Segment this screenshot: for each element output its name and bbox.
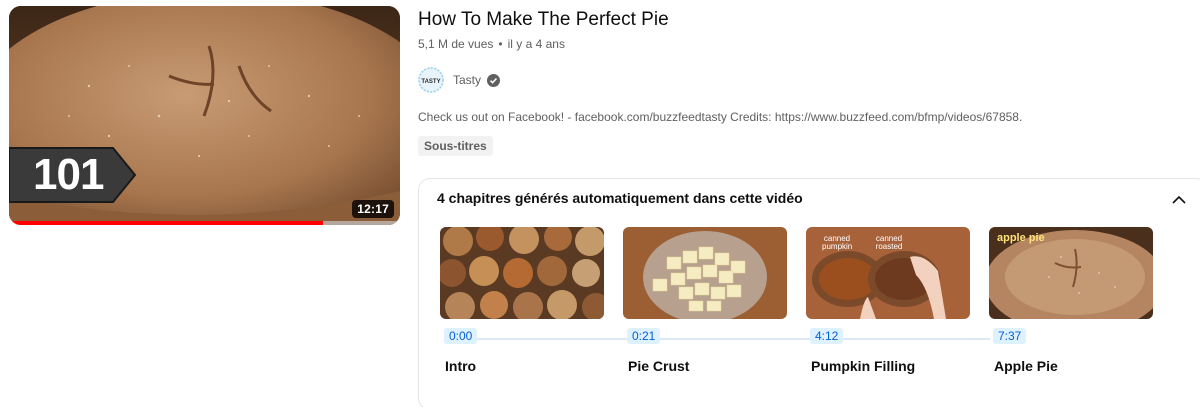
watch-progress-fill bbox=[9, 221, 324, 225]
chevron-up-icon[interactable] bbox=[1167, 188, 1191, 212]
chapter-overlay-label: apple pie bbox=[997, 232, 1045, 244]
chapter-thumbnail[interactable]: canned pumpkin canned roasted bbox=[806, 227, 970, 319]
chapter-title[interactable]: Pumpkin Filling bbox=[811, 358, 915, 374]
chapter-item-pie-crust[interactable] bbox=[623, 227, 787, 319]
chapter-item-apple-pie[interactable]: apple pie bbox=[989, 227, 1153, 319]
video-title[interactable]: How To Make The Perfect Pie bbox=[418, 9, 669, 31]
chapter-item-pumpkin-filling[interactable]: canned pumpkin canned roasted bbox=[806, 227, 970, 319]
channel-avatar[interactable]: TASTY bbox=[418, 67, 444, 93]
subtitles-chip: Sous-titres bbox=[418, 136, 493, 156]
chapters-timeline bbox=[455, 338, 990, 340]
duration-badge: 12:17 bbox=[352, 200, 394, 218]
chapter-overlay-label: canned roasted bbox=[875, 234, 903, 251]
video-description: Check us out on Facebook! - facebook.com… bbox=[418, 110, 1023, 124]
watch-progress-track bbox=[9, 221, 400, 225]
chapter-title[interactable]: Apple Pie bbox=[994, 358, 1058, 374]
chapter-time[interactable]: 4:12 bbox=[810, 328, 844, 344]
verified-check-icon bbox=[487, 73, 501, 87]
chapter-overlay-label: canned pumpkin bbox=[822, 234, 853, 251]
upload-age: il y a 4 ans bbox=[507, 37, 565, 51]
channel-avatar-text: TASTY bbox=[421, 79, 441, 85]
chapter-item-intro[interactable] bbox=[440, 227, 604, 319]
meta-separator: • bbox=[498, 37, 503, 51]
chapter-title[interactable]: Intro bbox=[445, 358, 476, 374]
chapter-time[interactable]: 7:37 bbox=[993, 328, 1027, 344]
chapters-header: 4 chapitres générés automatiquement dans… bbox=[437, 190, 803, 206]
chapters-panel: 4 chapitres générés automatiquement dans… bbox=[418, 178, 1200, 407]
video-meta: 5,1 M de vues • il y a 4 ans bbox=[418, 37, 565, 51]
chapter-time[interactable]: 0:00 bbox=[444, 328, 478, 344]
badge-101-text: 101 bbox=[33, 150, 104, 199]
chapter-thumbnail[interactable] bbox=[623, 227, 787, 319]
video-thumbnail[interactable]: 101 12:17 bbox=[9, 6, 400, 225]
channel-row[interactable]: TASTY Tasty bbox=[418, 67, 501, 93]
chapter-thumbnail[interactable] bbox=[440, 227, 604, 319]
chapter-time[interactable]: 0:21 bbox=[627, 328, 661, 344]
chapter-title[interactable]: Pie Crust bbox=[628, 358, 689, 374]
channel-name[interactable]: Tasty bbox=[453, 73, 481, 87]
view-count: 5,1 M de vues bbox=[418, 37, 494, 51]
chapter-thumbnail[interactable]: apple pie bbox=[989, 227, 1153, 319]
